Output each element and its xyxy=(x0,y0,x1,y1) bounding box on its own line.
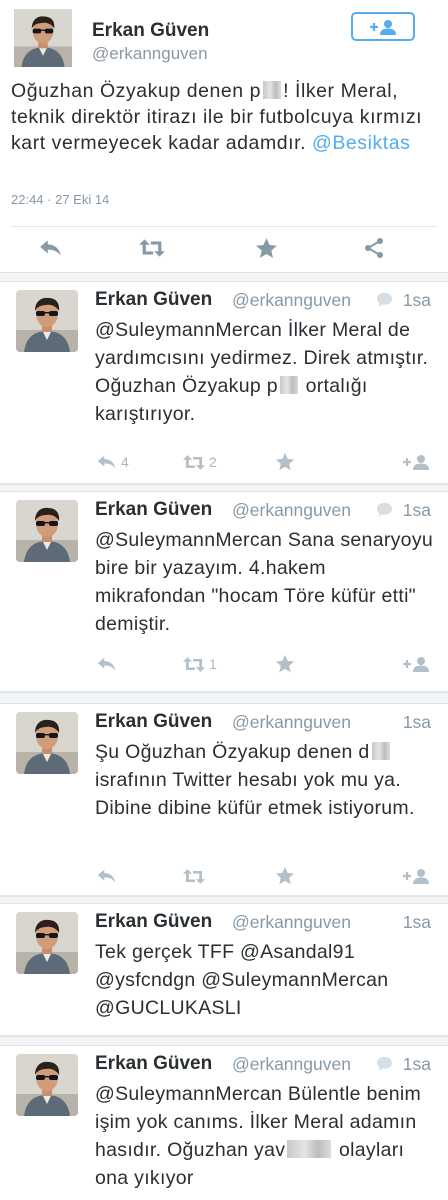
tweet-text: Şu Oğuzhan Özyakup denen d israfının Twi… xyxy=(95,741,415,819)
author-name[interactable]: Erkan Güven xyxy=(95,1053,212,1075)
retweet-button[interactable] xyxy=(138,233,166,263)
share-button[interactable] xyxy=(362,233,386,263)
reply-icon xyxy=(96,865,118,887)
tweet-time: 1sa xyxy=(402,500,431,520)
timeline-tweet[interactable]: Erkan Güven @erkannguven 1sa @SuleymannM… xyxy=(0,282,448,484)
author-handle: @erkannguven xyxy=(232,290,351,310)
author-handle: @erkannguven xyxy=(232,712,351,732)
main-tweet: Erkan Güven @erkannguven Oğuzhan Özyakup… xyxy=(0,0,448,272)
avatar[interactable] xyxy=(16,290,78,352)
conversation-icon xyxy=(376,292,393,307)
censor-blur xyxy=(279,376,298,394)
timeline-tweet[interactable]: Erkan Güven @erkannguven 1sa @SuleymannM… xyxy=(0,492,448,692)
retweet-icon xyxy=(138,237,166,259)
author-handle: @erkannguven xyxy=(232,500,351,520)
tweet-actions: 4 2 xyxy=(0,450,448,474)
author-name[interactable]: Erkan Güven xyxy=(95,289,212,311)
reply-button[interactable] xyxy=(96,652,118,676)
section-separator xyxy=(0,896,448,904)
favorite-icon xyxy=(274,653,296,675)
timeline-tweet[interactable]: Erkan Güven @erkannguven 1sa @SuleymannM… xyxy=(0,1046,448,1200)
tweet-header: Erkan Güven @erkannguven 1sa xyxy=(95,1053,436,1075)
tweet-text: @SuleymannMercan İlker Meral de yardımcı… xyxy=(95,319,429,425)
reply-icon xyxy=(96,653,118,675)
follow-button[interactable] xyxy=(402,652,430,676)
divider xyxy=(11,226,437,227)
conversation-icon xyxy=(376,502,393,517)
follow-button[interactable] xyxy=(402,450,430,474)
tweet-header: Erkan Güven @erkannguven 1sa xyxy=(95,711,436,733)
share-icon xyxy=(362,236,386,260)
censor-blur xyxy=(371,742,390,760)
section-separator xyxy=(0,272,448,282)
tweet-text: @SuleymannMercan Bülentle benim işim yok… xyxy=(95,1083,422,1189)
mention-link[interactable]: @Besiktas xyxy=(312,132,410,154)
follow-button[interactable] xyxy=(351,12,415,41)
tweet-time: 1sa xyxy=(402,1054,431,1074)
tweet-time: 1sa xyxy=(402,912,431,932)
retweet-button[interactable]: 1 xyxy=(182,652,217,676)
tweet-text: Oğuzhan Özyakup denen p! İlker Meral, te… xyxy=(11,80,423,154)
favorite-button[interactable] xyxy=(274,864,296,888)
avatar[interactable] xyxy=(16,1054,78,1116)
tweet-header: Erkan Güven @erkannguven 1sa xyxy=(95,289,436,311)
follow-button[interactable] xyxy=(402,864,430,888)
favorite-button[interactable] xyxy=(274,652,296,676)
tweet-header: Erkan Güven @erkannguven 1sa xyxy=(95,911,436,933)
tweet-text: @SuleymannMercan Sana senaryoyu bire bir… xyxy=(95,529,434,635)
section-separator xyxy=(0,692,448,704)
author-handle: @erkannguven xyxy=(232,912,351,932)
censor-blur xyxy=(263,81,282,99)
censor-blur xyxy=(287,1140,332,1158)
follow-user-icon xyxy=(402,868,430,884)
follow-user-icon xyxy=(369,19,397,35)
author-handle: @erkannguven xyxy=(232,1054,351,1074)
tweet-actions xyxy=(0,233,448,263)
retweet-icon xyxy=(182,867,206,886)
timeline-tweet[interactable]: Erkan Güven @erkannguven 1sa Şu Oğuzhan … xyxy=(0,704,448,896)
favorite-icon xyxy=(254,236,279,261)
timestamp: 22:44 · 27 Eki 14 xyxy=(11,192,110,207)
follow-user-icon xyxy=(402,454,430,470)
avatar[interactable] xyxy=(16,712,78,774)
author-name[interactable]: Erkan Güven xyxy=(95,499,212,521)
reply-count: 4 xyxy=(121,454,129,470)
avatar[interactable] xyxy=(16,912,78,974)
tweet-actions xyxy=(0,864,448,888)
avatar[interactable] xyxy=(16,500,78,562)
reply-button[interactable] xyxy=(96,864,118,888)
favorite-button[interactable] xyxy=(274,450,296,474)
favorite-icon xyxy=(274,865,296,887)
favorite-button[interactable] xyxy=(254,233,279,263)
reply-icon xyxy=(38,235,64,261)
conversation-icon xyxy=(376,1056,393,1071)
section-separator xyxy=(0,1036,448,1046)
retweet-icon xyxy=(182,453,206,472)
tweet-time: 1sa xyxy=(402,712,431,732)
tweet-time: 1sa xyxy=(402,290,431,310)
retweet-button[interactable] xyxy=(182,864,206,888)
retweet-button[interactable]: 2 xyxy=(182,450,217,474)
reply-button[interactable]: 4 xyxy=(96,450,129,474)
author-name[interactable]: Erkan Güven xyxy=(95,911,212,933)
reply-icon xyxy=(96,451,118,473)
author-name[interactable]: Erkan Güven xyxy=(95,711,212,733)
section-separator xyxy=(0,484,448,492)
tweet-actions: 1 xyxy=(0,652,448,676)
retweet-icon xyxy=(182,655,206,674)
reply-button[interactable] xyxy=(38,233,64,263)
tweet-text: Tek gerçek TFF @Asandal91 @ysfcndgn @Sul… xyxy=(95,941,389,1019)
follow-user-icon xyxy=(402,656,430,672)
favorite-icon xyxy=(274,451,296,473)
retweet-count: 1 xyxy=(209,656,217,672)
author-handle[interactable]: @erkannguven xyxy=(92,44,208,64)
avatar[interactable] xyxy=(11,9,75,67)
retweet-count: 2 xyxy=(209,454,217,470)
author-name[interactable]: Erkan Güven xyxy=(92,20,209,42)
timeline-tweet[interactable]: Erkan Güven @erkannguven 1sa Tek gerçek … xyxy=(0,904,448,1036)
tweet-header: Erkan Güven @erkannguven 1sa xyxy=(95,499,436,521)
